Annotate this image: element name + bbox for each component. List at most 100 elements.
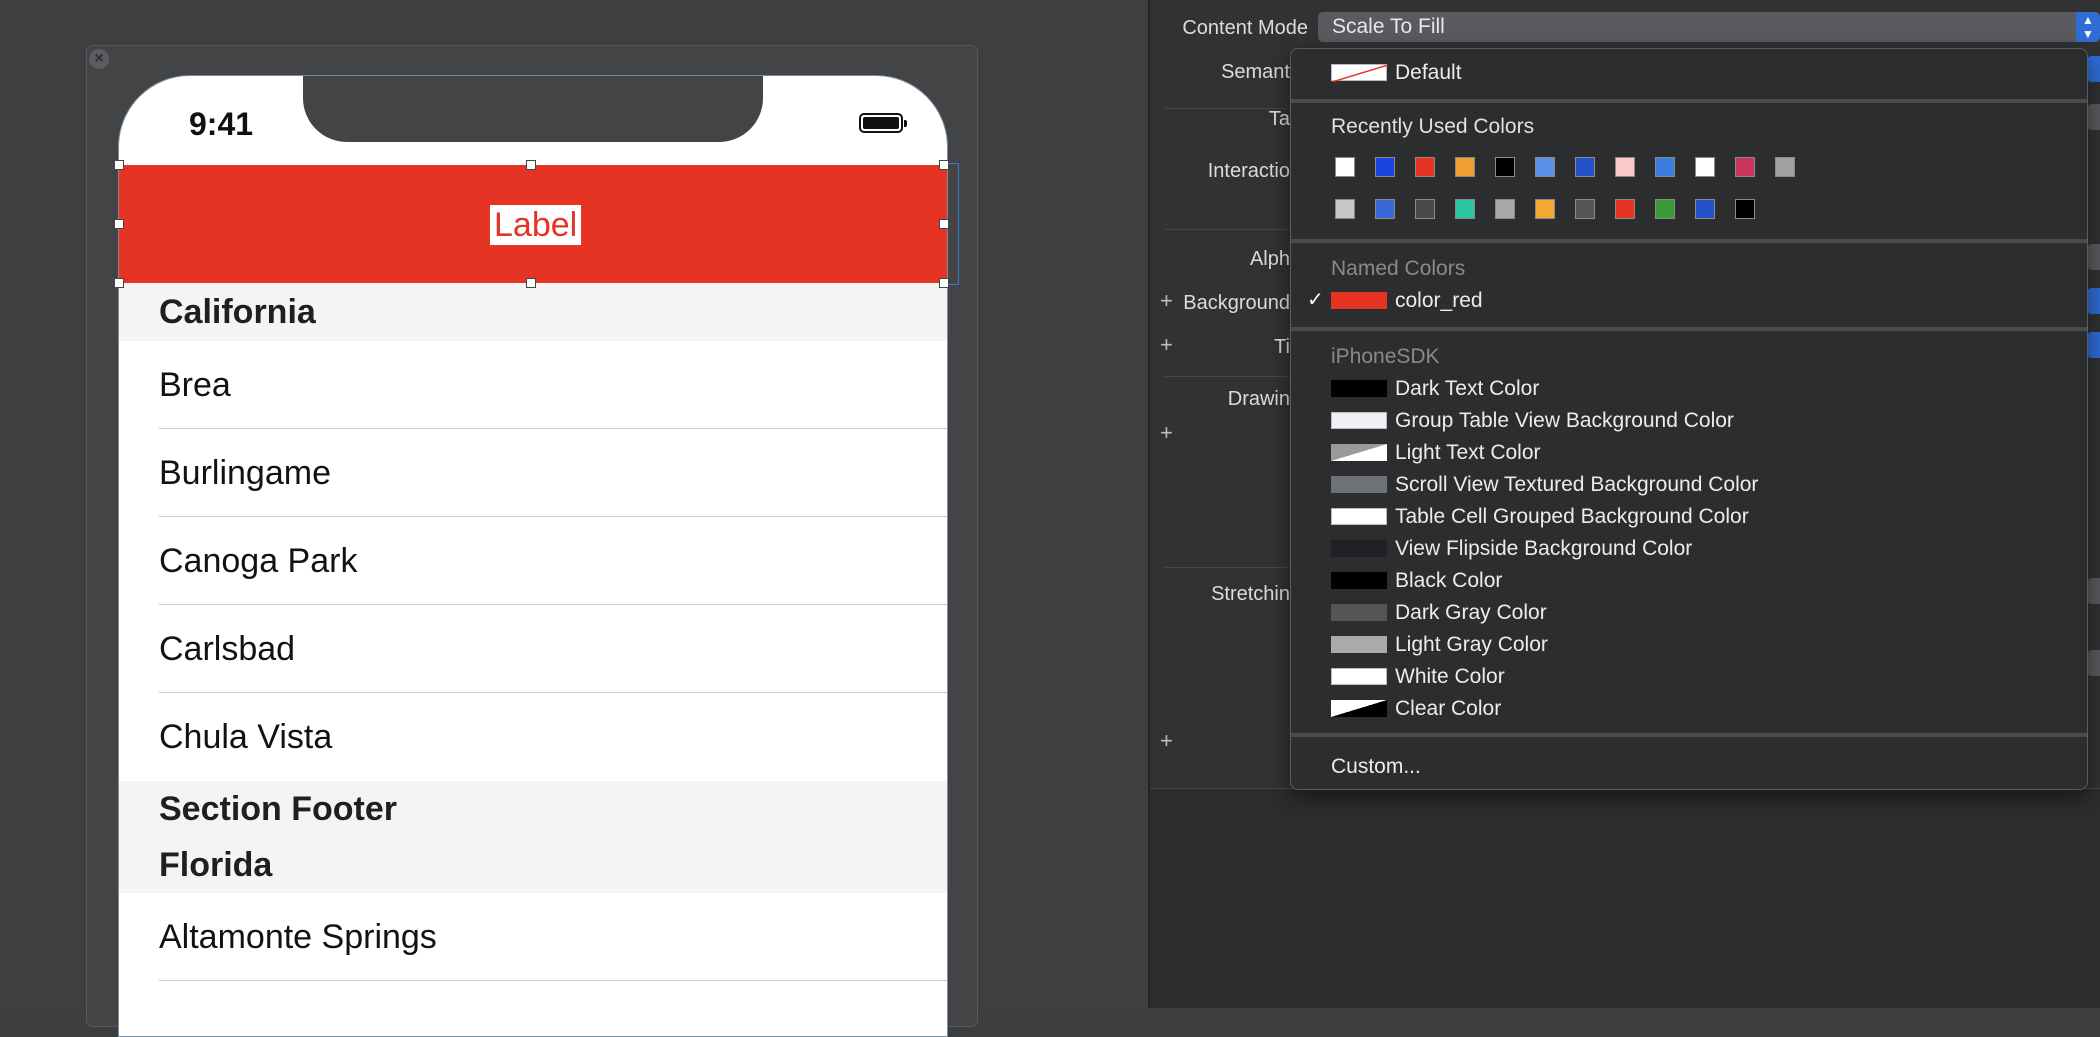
table-row[interactable]: Chula Vista <box>119 693 947 781</box>
menu-item-custom[interactable]: Custom... <box>1331 753 1421 781</box>
stretching-stepper-edge[interactable] <box>2086 650 2100 676</box>
section-footer: Section Footer <box>119 781 947 837</box>
table-row[interactable]: Carlsbad <box>119 605 947 693</box>
color-swatch <box>1331 540 1387 557</box>
recent-color-chip[interactable] <box>1415 157 1435 177</box>
alpha-label: Alph <box>1249 248 1290 270</box>
divider <box>1165 567 1295 568</box>
menu-item-label: Dark Text Color <box>1395 377 1540 400</box>
recent-color-chip[interactable] <box>1335 157 1355 177</box>
content-mode-label: Content Mode <box>1182 17 1308 39</box>
color-swatch <box>1331 412 1387 429</box>
section-header-florida: Florida <box>119 837 947 893</box>
color-swatch <box>1331 604 1387 621</box>
recent-color-chip[interactable] <box>1495 157 1515 177</box>
resize-handle[interactable] <box>526 160 536 170</box>
color-swatch <box>1331 636 1387 653</box>
content-mode-value: Scale To Fill <box>1332 15 1445 38</box>
color-swatch <box>1331 508 1387 525</box>
resize-handle[interactable] <box>526 278 536 288</box>
tag-stepper-edge[interactable] <box>2086 104 2100 130</box>
recently-used-title: Recently Used Colors <box>1331 115 1535 138</box>
menu-item-label: Table Cell Grouped Background Color <box>1395 505 1749 528</box>
semantic-popup-edge[interactable] <box>2086 56 2100 82</box>
section-header-california: California <box>119 283 947 341</box>
color-swatch <box>1331 292 1387 309</box>
color-swatch <box>1331 700 1387 717</box>
recent-color-chip[interactable] <box>1775 157 1795 177</box>
menu-item-label: Dark Gray Color <box>1395 601 1547 624</box>
add-variation-icon[interactable]: + <box>1160 728 1173 754</box>
recent-color-chip[interactable] <box>1695 199 1715 219</box>
recent-color-chip[interactable] <box>1735 199 1755 219</box>
recent-color-chip[interactable] <box>1455 199 1475 219</box>
recent-color-chip[interactable] <box>1695 157 1715 177</box>
menu-separator <box>1291 327 2087 331</box>
menu-item-label: Clear Color <box>1395 697 1502 720</box>
divider <box>1165 376 1295 377</box>
menu-item-label: View Flipside Background Color <box>1395 537 1693 560</box>
recent-color-chip[interactable] <box>1535 157 1555 177</box>
menu-item-label: Custom... <box>1331 755 1421 778</box>
recent-color-chip[interactable] <box>1335 199 1355 219</box>
menu-item-label: Default <box>1395 61 1462 84</box>
table-row[interactable]: Canoga Park <box>119 517 947 605</box>
iphone-sdk-title: iPhoneSDK <box>1331 345 1440 368</box>
battery-icon <box>859 113 907 133</box>
divider <box>1165 229 1295 230</box>
stretching-stepper-edge[interactable] <box>2086 578 2100 604</box>
recent-color-chip[interactable] <box>1375 157 1395 177</box>
recent-color-chip[interactable] <box>1535 199 1555 219</box>
table-row[interactable]: Burlingame <box>119 429 947 517</box>
recent-color-chip[interactable] <box>1455 157 1475 177</box>
height-constraint-indicator[interactable] <box>948 163 959 285</box>
tag-label: Ta <box>1268 108 1290 130</box>
menu-separator <box>1291 239 2087 243</box>
resize-handle[interactable] <box>114 160 124 170</box>
menu-item-label: Light Gray Color <box>1395 633 1548 656</box>
color-picker-menu[interactable]: Default Recently Used Colors Named Color… <box>1290 48 2088 790</box>
recent-color-chip[interactable] <box>1655 157 1675 177</box>
menu-separator <box>1291 99 2087 103</box>
table-row[interactable]: Brea <box>119 341 947 429</box>
semantic-label: Semant <box>1221 61 1290 83</box>
checkmark-icon: ✓ <box>1307 289 1324 311</box>
menu-item-label: Black Color <box>1395 569 1503 592</box>
menu-item-label: Light Text Color <box>1395 441 1541 464</box>
red-header-view[interactable]: Label <box>119 165 947 283</box>
menu-item-label: Group Table View Background Color <box>1395 409 1734 432</box>
recent-color-chip[interactable] <box>1375 199 1395 219</box>
recent-color-chip[interactable] <box>1735 157 1755 177</box>
header-label[interactable]: Label <box>490 205 582 245</box>
color-swatch <box>1331 572 1387 589</box>
menu-item-label: Scroll View Textured Background Color <box>1395 473 1759 496</box>
recent-color-chip[interactable] <box>1495 199 1515 219</box>
color-swatch <box>1331 476 1387 493</box>
recent-color-chip[interactable] <box>1655 199 1675 219</box>
content-mode-popup[interactable]: Scale To Fill ▲ ▼ <box>1318 12 2100 42</box>
storyboard-canvas[interactable]: × 9:41 Label California Brea Burlingame … <box>0 0 1148 1037</box>
drawing-label: Drawin <box>1227 388 1290 410</box>
status-bar-time: 9:41 <box>189 106 254 142</box>
recent-color-chip[interactable] <box>1575 157 1595 177</box>
recent-color-chip[interactable] <box>1615 157 1635 177</box>
table-row[interactable]: Altamonte Springs <box>119 893 947 981</box>
iphone-screen[interactable]: 9:41 Label California Brea Burlingame Ca… <box>118 75 948 1037</box>
resize-handle[interactable] <box>114 278 124 288</box>
tint-label: Ti <box>1274 336 1290 358</box>
resize-handle[interactable] <box>114 219 124 229</box>
background-label: Background <box>1183 292 1290 314</box>
recent-color-chip[interactable] <box>1615 199 1635 219</box>
named-colors-title: Named Colors <box>1331 257 1466 280</box>
chevron-updown-icon: ▲ ▼ <box>2076 12 2100 42</box>
color-swatch <box>1331 668 1387 685</box>
background-popup-edge[interactable] <box>2086 288 2100 314</box>
device-notch <box>303 76 763 142</box>
close-scene-icon[interactable]: × <box>89 49 109 69</box>
menu-item-label: color_red <box>1395 289 1483 312</box>
alpha-stepper-edge[interactable] <box>2086 244 2100 270</box>
add-variation-icon[interactable]: + <box>1160 420 1173 446</box>
recent-color-chip[interactable] <box>1415 199 1435 219</box>
tint-popup-edge[interactable] <box>2086 332 2100 358</box>
recent-color-chip[interactable] <box>1575 199 1595 219</box>
